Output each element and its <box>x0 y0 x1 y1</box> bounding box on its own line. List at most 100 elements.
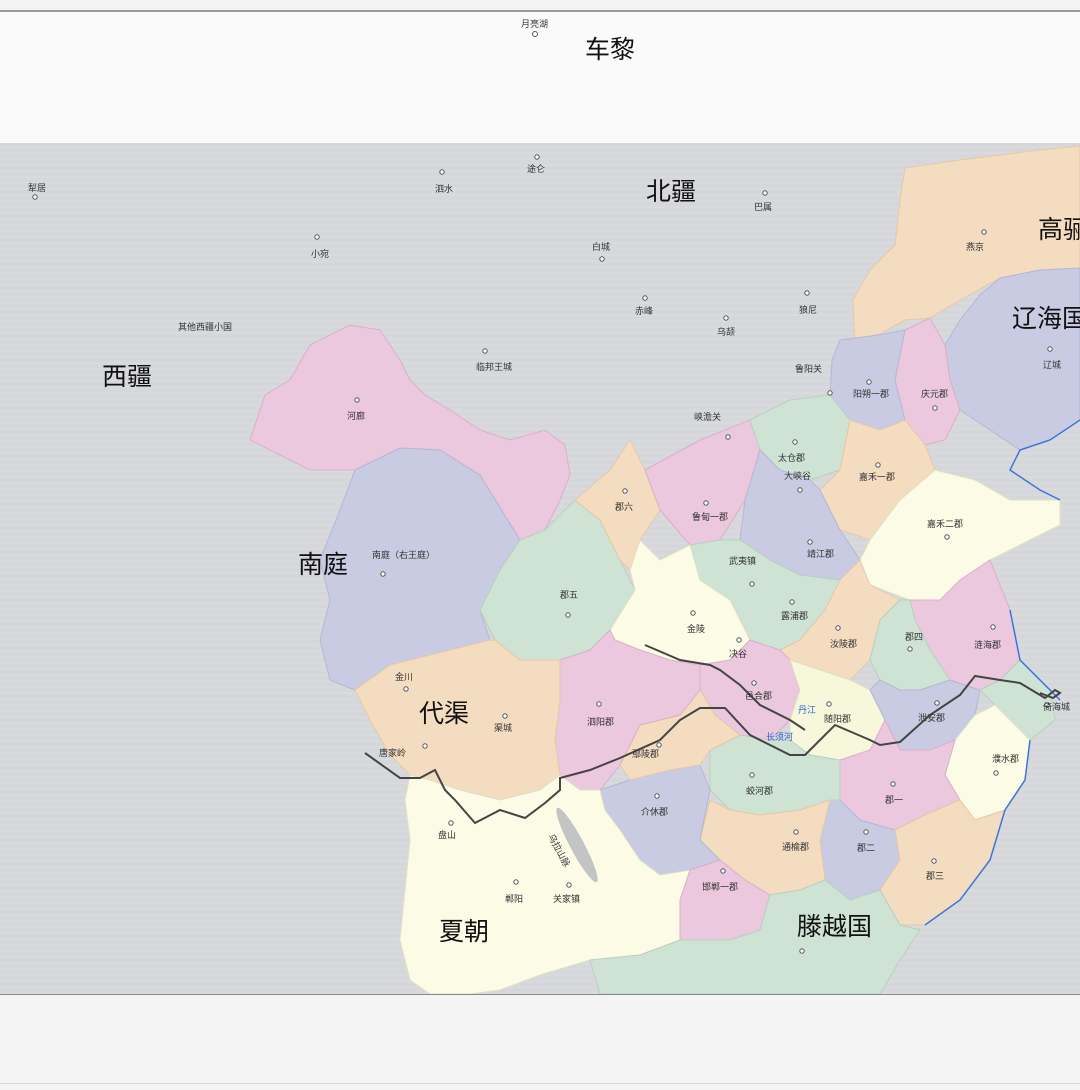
juner-marker <box>863 829 869 835</box>
qucheng-marker <box>502 713 508 719</box>
taicang-marker <box>792 439 798 445</box>
luyangguan-label: 鲁阳关 <box>795 363 822 375</box>
wuyi-marker <box>749 581 755 587</box>
lupu-marker <box>789 599 795 605</box>
jiaohe-label: 蛟河郡 <box>746 785 773 797</box>
header-area: 月亮湖 车黎 <box>0 12 1080 143</box>
yangshuoyi-label: 阳朔一郡 <box>853 388 889 400</box>
jiahe1-marker <box>875 462 881 468</box>
yihaicheng-label: 倚海城 <box>1043 701 1070 713</box>
liaocheng-label: 辽城 <box>1043 360 1061 371</box>
handu1-marker <box>720 868 726 874</box>
yihe-marker <box>751 680 757 686</box>
tangjialing-label: 唐家岭 <box>379 747 406 759</box>
panshan-marker <box>448 820 454 826</box>
junliu-marker <box>622 488 628 494</box>
lianghai-marker <box>990 624 996 630</box>
map-canvas[interactable]: 西疆 北疆 高骊 辽海国 南庭 代渠 夏朝 滕越国 犁居 泗水 途仑 巴属 小宛… <box>0 143 1080 994</box>
yian-marker <box>934 700 940 706</box>
nanting-city-label: 南庭（右王庭） <box>372 549 435 561</box>
pushui-label: 濮水郡 <box>992 753 1019 765</box>
xijiang-label: 西疆 <box>102 362 152 391</box>
siyang-label: 泗阳郡 <box>587 717 614 728</box>
baicheng-marker <box>599 256 605 262</box>
suiyang-label: 随阳郡 <box>824 713 851 725</box>
jiaohe-marker <box>749 772 755 778</box>
junyi-marker <box>890 781 896 787</box>
tulun-marker <box>534 154 540 160</box>
junsan-marker <box>931 858 937 864</box>
wuyu-label: 乌颉 <box>717 326 735 338</box>
luyangguan-marker <box>827 390 833 396</box>
ludian-marker <box>703 500 709 506</box>
suiyang-marker <box>826 701 832 707</box>
tangjialing-marker <box>422 743 428 749</box>
nanting-label: 南庭 <box>298 550 348 579</box>
guanjia-marker <box>566 882 572 888</box>
siyang-marker <box>596 701 602 707</box>
ruling-label: 汝陵郡 <box>830 638 857 650</box>
xiaowan-marker <box>314 234 320 240</box>
junwu-marker <box>565 612 571 618</box>
daxiagu-marker <box>797 487 803 493</box>
tengyue-marker <box>799 948 805 954</box>
juegu-label: 决谷 <box>729 648 747 660</box>
yunyang-marker <box>513 879 519 885</box>
jinchuan-marker <box>403 686 409 692</box>
ruling-marker <box>835 625 841 631</box>
qitaxijiang-label: 其他西疆小国 <box>178 321 232 333</box>
bashu-label: 巴属 <box>754 202 772 213</box>
jingjiang-marker <box>807 539 813 545</box>
juner-label: 郡二 <box>857 843 875 854</box>
xiaowan-label: 小宛 <box>311 248 329 260</box>
yian-label: 泄安郡 <box>918 712 945 724</box>
moon-lake-label: 月亮湖 <box>521 20 549 30</box>
jiexiu-label: 介休郡 <box>641 806 668 818</box>
jiahe2-marker <box>944 534 950 540</box>
yanling-label: 鄢陵郡 <box>632 749 659 760</box>
junyi-label: 郡一 <box>885 795 903 806</box>
junwu-label: 郡五 <box>560 590 578 601</box>
pushui-marker <box>993 770 999 776</box>
wuyi-label: 武夷镇 <box>729 555 756 567</box>
qingyuan-label: 庆元郡 <box>921 388 948 400</box>
ludian1-label: 鲁甸一郡 <box>692 511 728 523</box>
tongyu-label: 通榆郡 <box>782 841 809 853</box>
guanjia-label: 关家镇 <box>553 893 580 905</box>
sishui-marker <box>439 169 445 175</box>
daiqu-label: 代渠 <box>419 699 469 728</box>
footer-area <box>0 994 1080 1090</box>
juegu-marker <box>736 637 742 643</box>
jinchuan-label: 金川 <box>395 671 413 683</box>
junsan-label: 郡三 <box>926 871 944 882</box>
yangshuo-marker <box>866 379 872 385</box>
langni-marker <box>804 290 810 296</box>
baicheng-label: 白城 <box>592 241 610 253</box>
liaocheng-marker <box>1047 346 1053 352</box>
handu1-label: 邯郸一郡 <box>702 881 738 893</box>
liaohaiguo-label: 辽海国 <box>1012 304 1080 333</box>
lupu-label: 露浦郡 <box>781 610 808 622</box>
chifeng-marker <box>642 295 648 301</box>
jiexiu-marker <box>654 793 660 799</box>
beijiang-label: 北疆 <box>646 177 696 206</box>
taicang-label: 太仓郡 <box>778 452 805 464</box>
yanjing-marker <box>981 229 987 235</box>
panshan-label: 盘山 <box>438 829 456 841</box>
jinling-label: 金陵 <box>687 623 705 635</box>
bashu-marker <box>762 190 768 196</box>
tengyueguo-label: 滕越国 <box>797 912 872 941</box>
yanling-marker <box>656 742 662 748</box>
langni-label: 狼尼 <box>799 304 817 316</box>
jinling-marker <box>690 610 696 616</box>
junsi-label: 郡四 <box>905 632 923 643</box>
cheli-label: 车黎 <box>585 35 636 64</box>
gaoli-label: 高骊 <box>1038 215 1080 244</box>
qingyuan-marker <box>932 405 938 411</box>
tongyu-marker <box>793 829 799 835</box>
daxiagu-label: 大峡谷 <box>784 470 811 482</box>
yunyang-label: 郸阳 <box>505 893 523 905</box>
helang-label: 河廊 <box>347 410 365 422</box>
linbang-label: 临邦王城 <box>476 361 512 373</box>
footer-rule <box>0 1083 1080 1084</box>
